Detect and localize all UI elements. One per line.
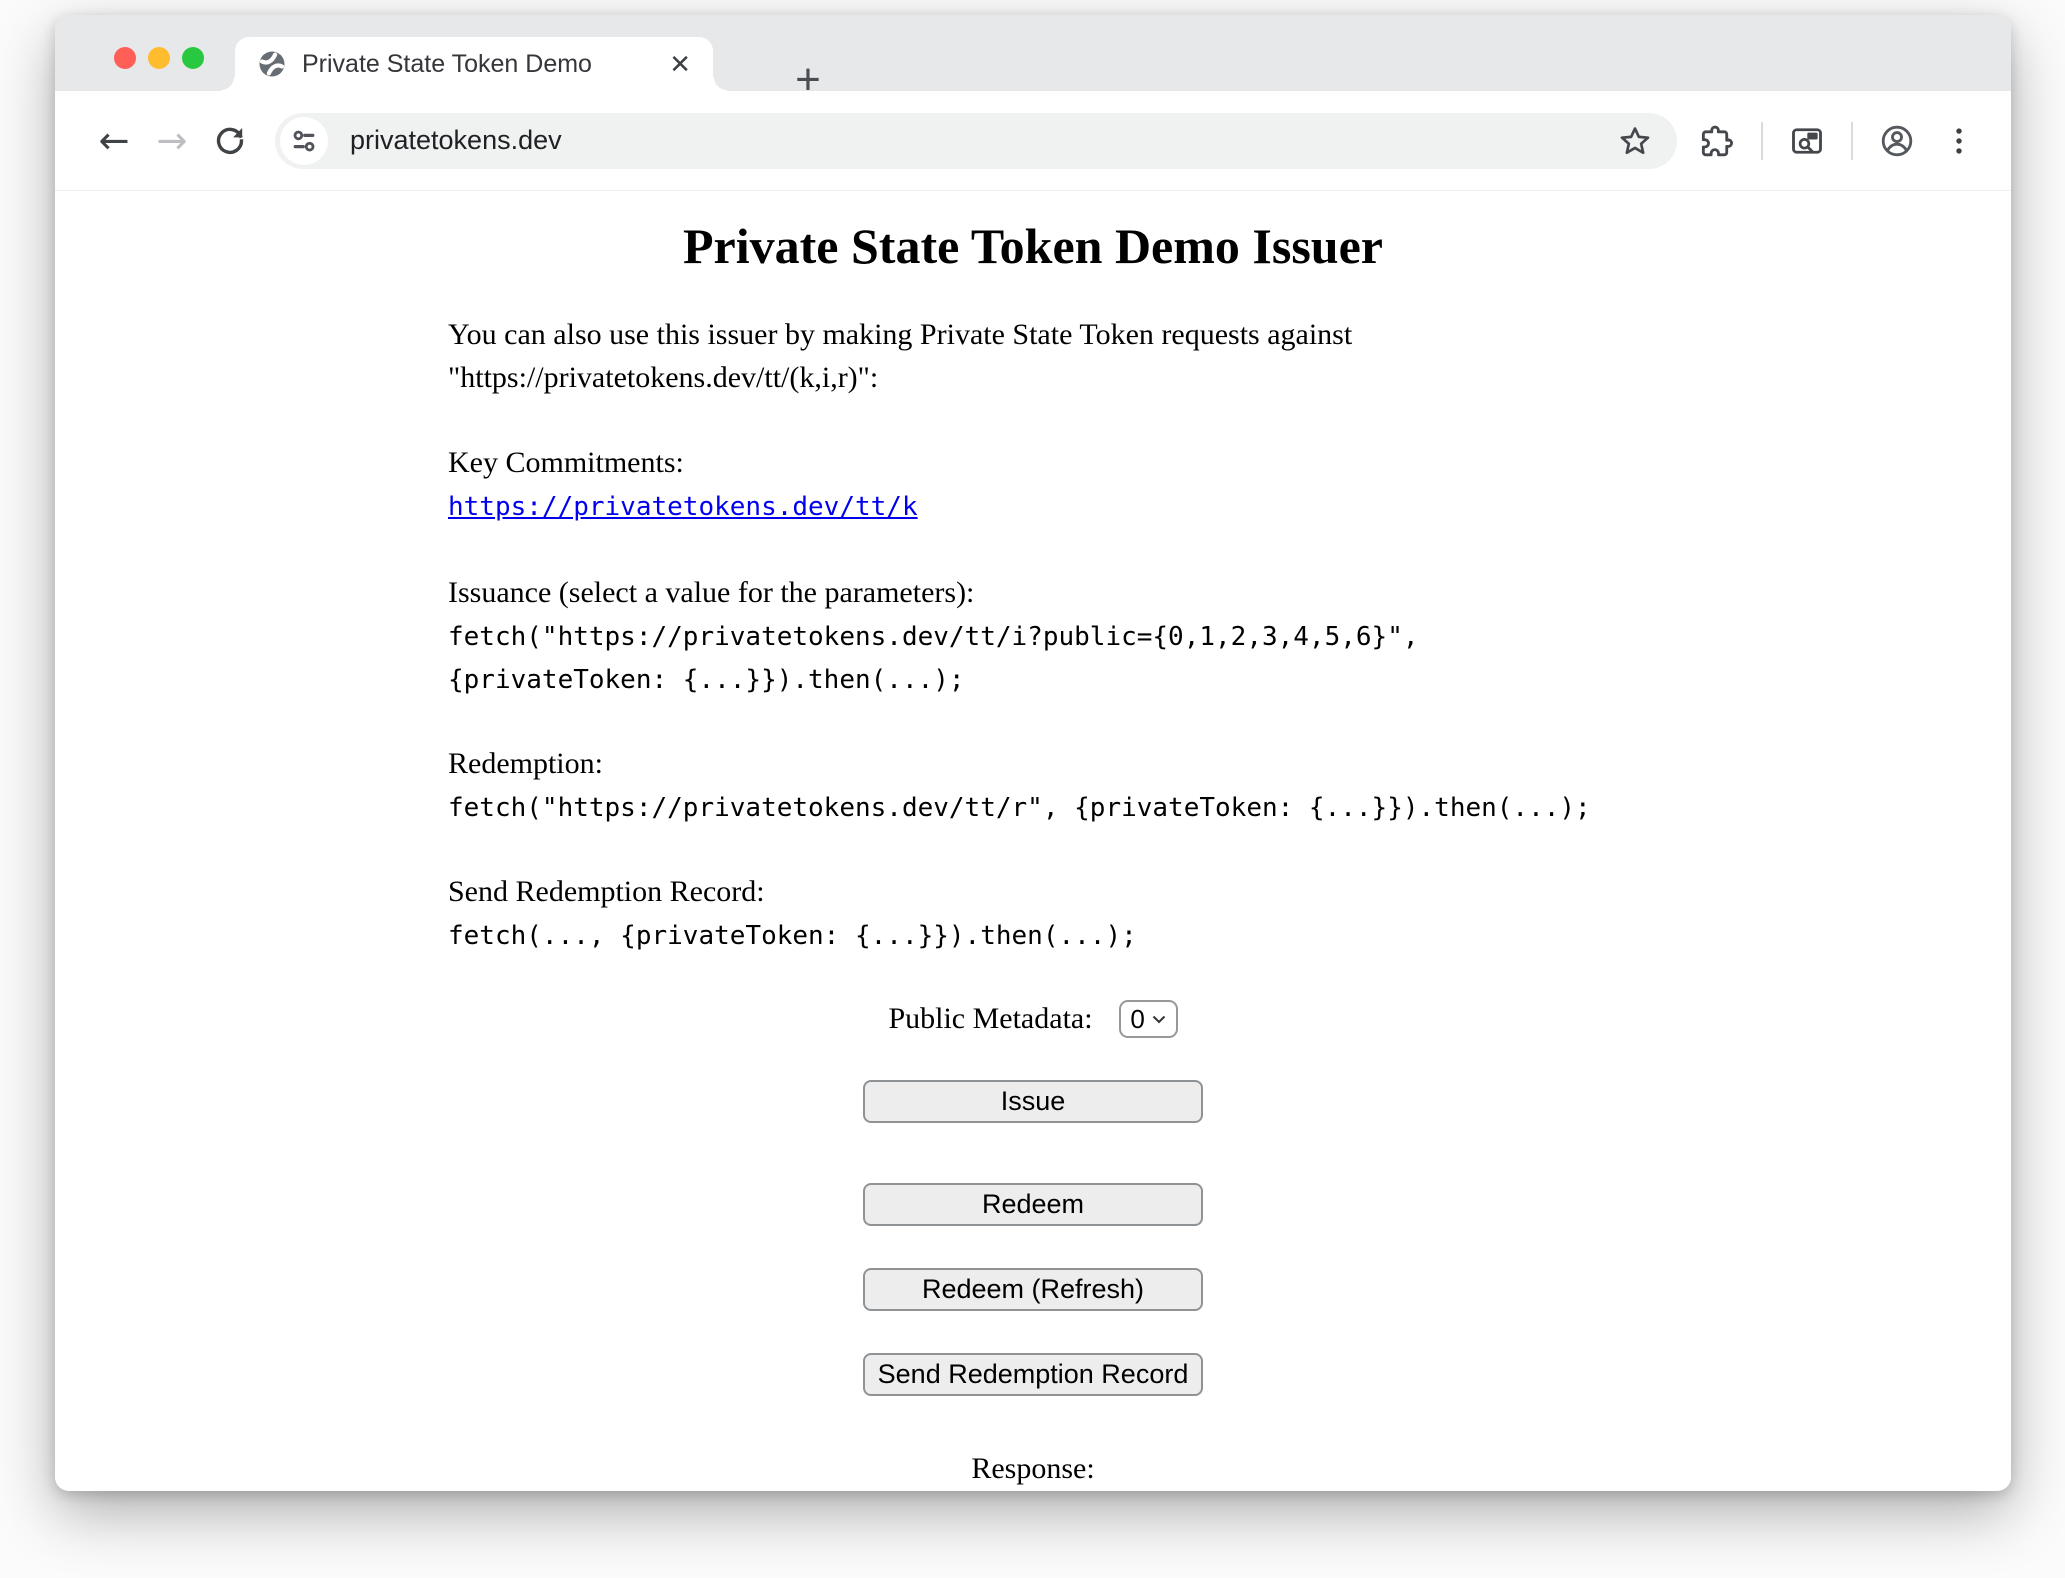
reload-button[interactable] [201, 112, 259, 170]
close-window-button[interactable] [114, 47, 136, 69]
select-value: 0 [1130, 1004, 1144, 1035]
send-redemption-record-code: fetch(..., {privateToken: {...}}).then(.… [448, 921, 1137, 951]
response-label: Response: [55, 1452, 2011, 1486]
toolbar-right-cluster [1691, 115, 1985, 167]
browser-menu-button[interactable] [1933, 115, 1985, 167]
redeem-button[interactable]: Redeem [863, 1183, 1203, 1226]
site-favicon-icon [257, 49, 287, 79]
plus-icon: + [795, 55, 821, 104]
zoom-window-button[interactable] [182, 47, 204, 69]
toolbar-divider [1761, 122, 1763, 160]
browser-tab[interactable]: Private State Token Demo ✕ [235, 37, 713, 91]
redemption-code: fetch("https://privatetokens.dev/tt/r", … [448, 793, 1591, 823]
redemption-heading: Redemption: [448, 747, 603, 780]
profile-button[interactable] [1871, 115, 1923, 167]
reload-icon [213, 124, 247, 158]
extensions-puzzle-icon [1699, 123, 1735, 159]
redemption-section: Redemption: fetch("https://privatetokens… [448, 742, 1618, 828]
minimize-window-button[interactable] [148, 47, 170, 69]
browser-window: Private State Token Demo ✕ + ← → [55, 15, 2011, 1491]
side-panel-search-icon [1789, 123, 1825, 159]
send-redemption-record-button[interactable]: Send Redemption Record [863, 1353, 1203, 1396]
tab-close-button[interactable]: ✕ [667, 49, 693, 79]
browser-toolbar: ← → privatetokens.dev [55, 91, 2011, 191]
new-tab-button[interactable]: + [781, 53, 835, 107]
public-metadata-row: Public Metadata: 0 [55, 1000, 2011, 1038]
chevron-down-icon [1152, 1015, 1166, 1024]
issuance-section: Issuance (select a value for the paramet… [448, 571, 1618, 700]
key-commitments-section: Key Commitments: https://privatetokens.d… [448, 441, 1618, 529]
profile-icon [1879, 123, 1915, 159]
traffic-lights [114, 47, 204, 69]
public-metadata-select[interactable]: 0 [1119, 1000, 1178, 1038]
back-arrow-icon: ← [98, 119, 129, 162]
site-settings-button[interactable] [280, 117, 328, 165]
forward-button[interactable]: → [143, 112, 201, 170]
toolbar-divider [1851, 122, 1853, 160]
side-panel-search-button[interactable] [1781, 115, 1833, 167]
tab-title: Private State Token Demo [302, 50, 667, 79]
bookmark-star-button[interactable] [1609, 115, 1661, 167]
page-content: Private State Token Demo Issuer You can … [55, 191, 2011, 1491]
send-redemption-record-section: Send Redemption Record: fetch(..., {priv… [448, 870, 1618, 956]
token-form: Public Metadata: 0 Issue Redeem Redeem (… [55, 1000, 2011, 1486]
forward-arrow-icon: → [156, 119, 187, 162]
redeem-refresh-button[interactable]: Redeem (Refresh) [863, 1268, 1203, 1311]
kebab-menu-icon [1942, 124, 1976, 158]
page-title: Private State Token Demo Issuer [55, 217, 2011, 275]
omnibox[interactable]: privatetokens.dev [275, 113, 1677, 169]
url-text: privatetokens.dev [350, 125, 1609, 156]
instructions-block: You can also use this issuer by making P… [448, 313, 1618, 956]
send-redemption-record-heading: Send Redemption Record: [448, 875, 765, 908]
extensions-button[interactable] [1691, 115, 1743, 167]
public-metadata-label: Public Metadata: [888, 1002, 1092, 1036]
intro-text: You can also use this issuer by making P… [448, 313, 1618, 399]
star-icon [1618, 124, 1652, 158]
tab-strip: Private State Token Demo ✕ + [55, 15, 2011, 91]
key-commitments-heading: Key Commitments: [448, 446, 684, 479]
site-settings-tune-icon [289, 126, 319, 156]
key-commitments-link[interactable]: https://privatetokens.dev/tt/k [448, 492, 918, 522]
issuance-heading: Issuance (select a value for the paramet… [448, 576, 974, 609]
back-button[interactable]: ← [85, 112, 143, 170]
close-icon: ✕ [669, 49, 691, 79]
issue-button[interactable]: Issue [863, 1080, 1203, 1123]
issuance-code: fetch("https://privatetokens.dev/tt/i?pu… [448, 622, 1419, 695]
